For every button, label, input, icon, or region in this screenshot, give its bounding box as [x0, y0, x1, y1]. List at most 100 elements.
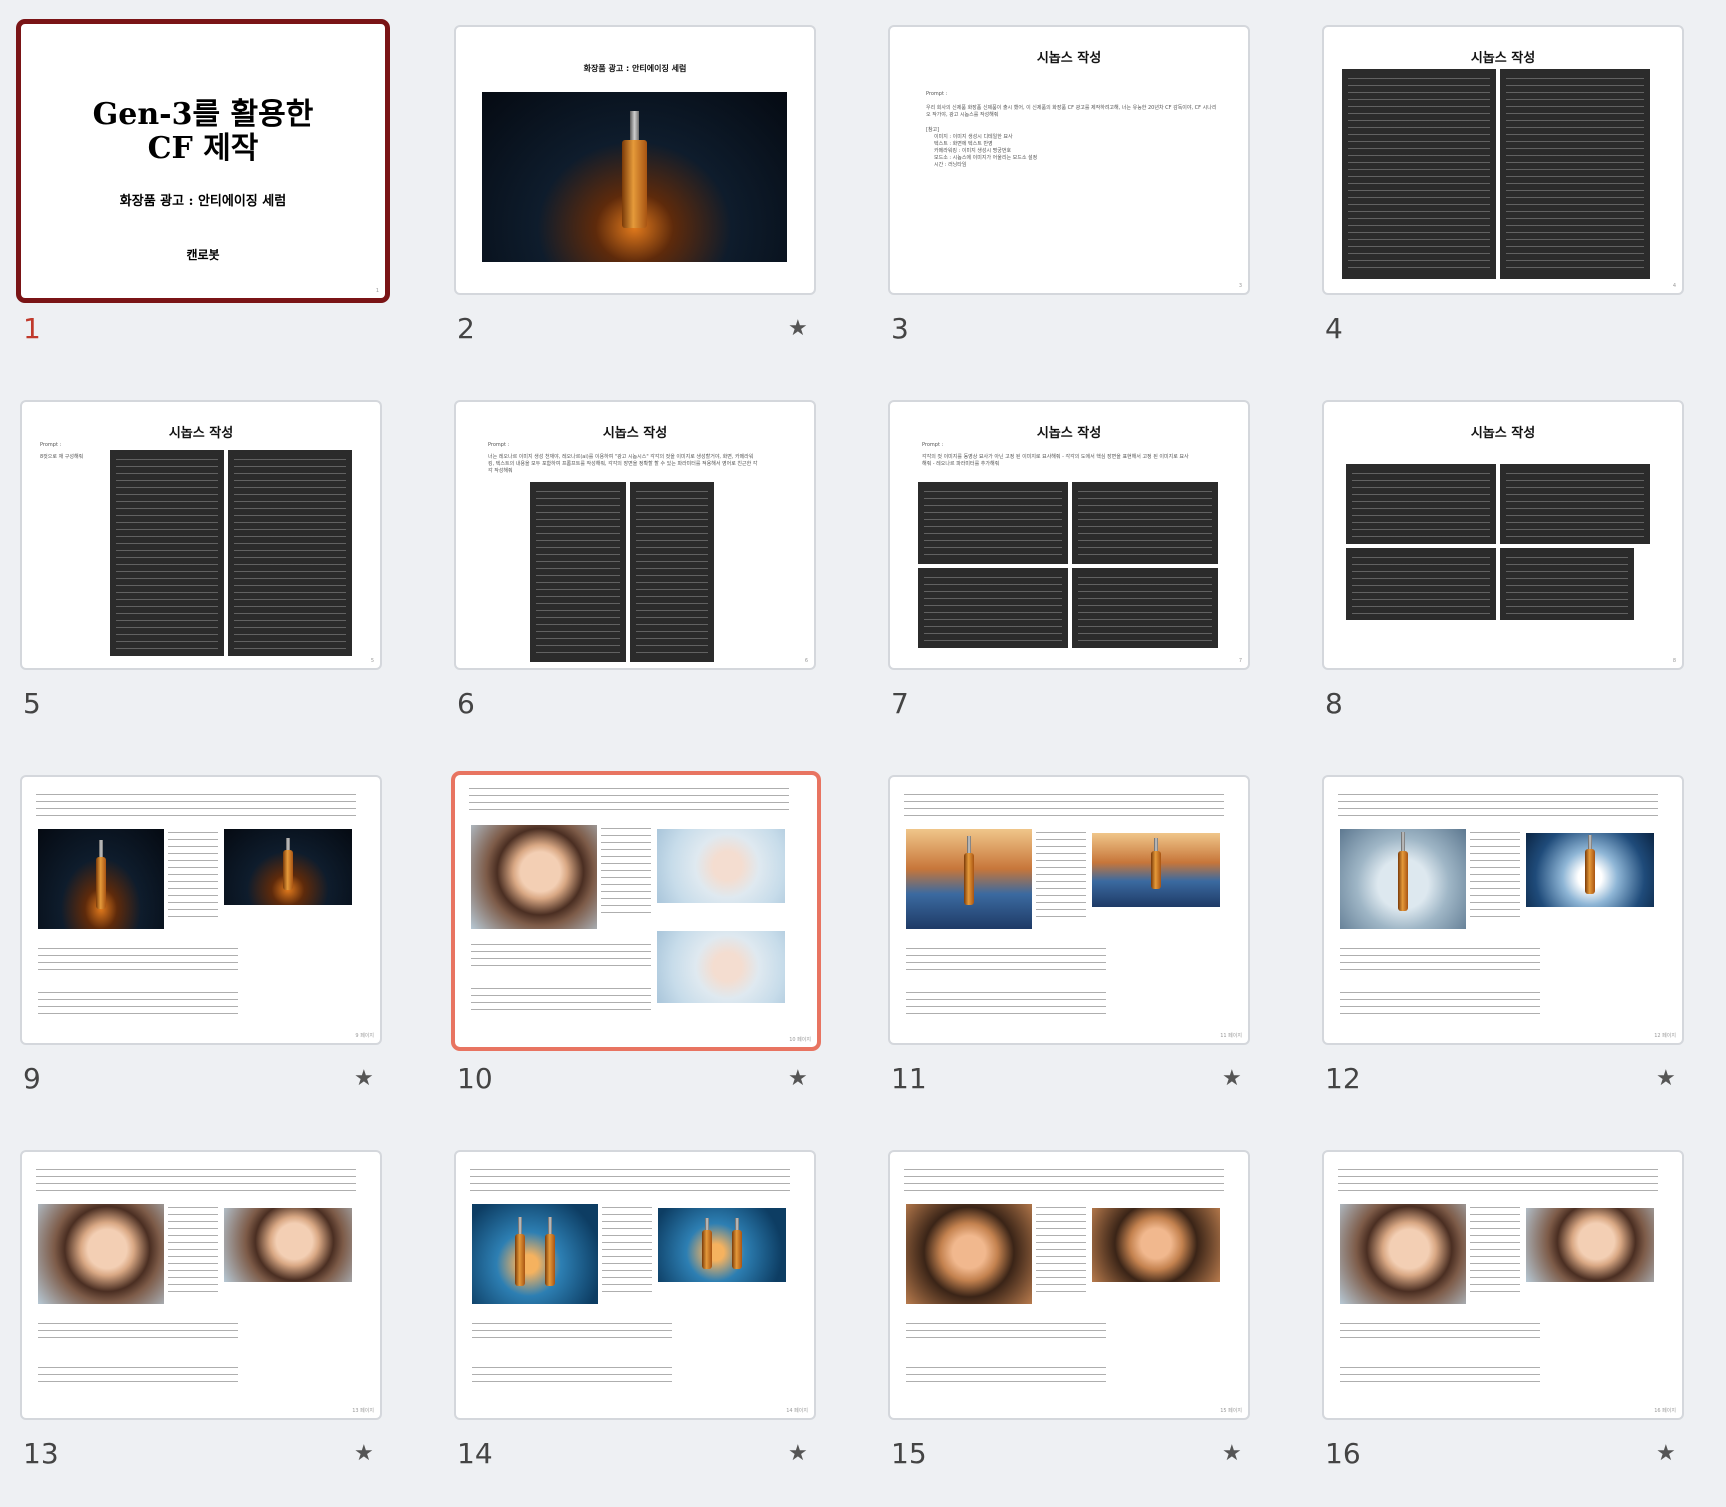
slide-thumbnail-1[interactable]: Gen-3를 활용한 CF 제작 화장품 광고 : 안티에이징 세럼 캔로봇 1…	[0, 0, 434, 375]
slide-thumbnail-13[interactable]: 13 페이지 13 ★	[0, 1125, 434, 1500]
serum-bottle-image	[482, 92, 787, 262]
storyboard-first-frame	[38, 829, 164, 929]
slide-sorter-grid: Gen-3를 활용한 CF 제작 화장품 광고 : 안티에이징 세럼 캔로봇 1…	[0, 0, 1726, 1507]
last-prompt-text	[38, 989, 238, 1019]
transition-star-icon[interactable]: ★	[788, 1441, 808, 1466]
transition-star-icon[interactable]: ★	[1222, 1066, 1242, 1091]
storyboard-last-frame	[224, 829, 352, 905]
slide-thumbnail-15[interactable]: 15 페이지 15 ★	[868, 1125, 1302, 1500]
transition-star-icon[interactable]: ★	[354, 1066, 374, 1091]
transition-star-icon[interactable]: ★	[1222, 1441, 1242, 1466]
storyboard-last-frame	[224, 1208, 352, 1282]
slide-canvas[interactable]: 12 페이지	[1322, 775, 1684, 1045]
last-prompt-text	[472, 1364, 672, 1388]
slide-thumbnail-5[interactable]: 시놉스 작성 Prompt : 8컷으로 재 구성해줘 5 5	[0, 375, 434, 750]
synopsis-text-panel	[1342, 69, 1496, 279]
synopsis-text-panel	[228, 450, 352, 656]
scene-prompt-panel	[1072, 568, 1218, 648]
slide-thumbnail-14[interactable]: 14 페이지 14 ★	[434, 1125, 868, 1500]
page-number: 5	[370, 658, 374, 664]
slide-canvas[interactable]: 시놉스 작성 Prompt : 우리 회사의 신제품 화장품 신제품이 출시 했…	[888, 25, 1250, 295]
shot-detail-text	[1470, 829, 1520, 919]
slide-thumbnail-11[interactable]: 11 페이지 11 ★	[868, 750, 1302, 1125]
first-prompt-text	[38, 1320, 238, 1344]
transition-star-icon[interactable]: ★	[788, 1066, 808, 1091]
slide-number: 11	[891, 1062, 927, 1095]
slide-canvas[interactable]: 시놉스 작성 8	[1322, 400, 1684, 670]
slide-canvas[interactable]: 13 페이지	[20, 1150, 382, 1420]
slide-number: 4	[1325, 312, 1343, 345]
storyboard-first-frame	[1340, 1204, 1466, 1304]
storyboard-header-text	[1338, 1166, 1658, 1194]
slide-thumbnail-16[interactable]: 16 페이지 16 ★	[1302, 1125, 1726, 1500]
slide-title: 시놉스 작성	[1470, 426, 1536, 441]
slide-canvas[interactable]: 16 페이지	[1322, 1150, 1684, 1420]
scene-prompt-panel	[1346, 464, 1496, 544]
slide-title: 시놉스 작성	[602, 426, 668, 441]
transition-star-icon[interactable]: ★	[1656, 1066, 1676, 1091]
slide-canvas[interactable]: 시놉스 작성 4	[1322, 25, 1684, 295]
slide-number: 6	[457, 687, 475, 720]
slide-canvas[interactable]: 시놉스 작성 Prompt : 8컷으로 재 구성해줘 5	[20, 400, 382, 670]
transition-star-icon[interactable]: ★	[788, 316, 808, 341]
storyboard-last-frame	[1092, 1208, 1220, 1282]
slide-thumbnail-7[interactable]: 시놉스 작성 Prompt : 각각의 컷 이미지를 동영상 묘사가 아닌 고정…	[868, 375, 1302, 750]
title-slide-subtitle: 화장품 광고 : 안티에이징 세럼	[119, 194, 287, 209]
slide-title: 시놉스 작성	[1036, 51, 1102, 66]
slide-number: 5	[23, 687, 41, 720]
slide-canvas[interactable]: 11 페이지	[888, 775, 1250, 1045]
page-number: 8	[1672, 658, 1676, 664]
first-prompt-text	[38, 945, 238, 975]
slide-canvas[interactable]: 10 페이지	[451, 771, 821, 1051]
shot-detail-text	[1036, 829, 1086, 919]
slide-canvas[interactable]: Gen-3를 활용한 CF 제작 화장품 광고 : 안티에이징 세럼 캔로봇 1	[16, 19, 390, 303]
storyboard-middle-frame	[657, 829, 785, 903]
page-number: 11 페이지	[1220, 1033, 1242, 1039]
transition-star-icon[interactable]: ★	[354, 1441, 374, 1466]
slide-number: 14	[457, 1437, 493, 1470]
slide-canvas[interactable]: 화장품 광고 : 안티에이징 세럼	[454, 25, 816, 295]
storyboard-last-frame	[1526, 1208, 1654, 1282]
scene-prompt-panel	[1500, 548, 1634, 620]
transition-star-icon[interactable]: ★	[1656, 1441, 1676, 1466]
shot-detail-text	[1036, 1204, 1086, 1294]
shot-detail-text	[602, 1204, 652, 1294]
slide-thumbnail-8[interactable]: 시놉스 작성 8 8	[1302, 375, 1726, 750]
prompt-body: 너는 레오나르 이미지 생성 천재야, 레오나르(ai)를 이용하여 "광고 시…	[488, 454, 758, 474]
slide-thumbnail-12[interactable]: 12 페이지 12 ★	[1302, 750, 1726, 1125]
slide-thumbnail-10[interactable]: 10 페이지 10 ★	[434, 750, 868, 1125]
slide-number: 7	[891, 687, 909, 720]
slide-thumbnail-9[interactable]: 9 페이지 9 ★	[0, 750, 434, 1125]
storyboard-header-text	[470, 1166, 790, 1194]
first-prompt-text	[1340, 1320, 1540, 1344]
prompt-text-panel	[630, 482, 714, 662]
slide-number: 12	[1325, 1062, 1361, 1095]
storyboard-last-frame	[1526, 833, 1654, 907]
prompt-body: 우리 회사의 신제품 화장품 신제품이 출시 했어, 이 신제품의 화장품 CF…	[926, 105, 1217, 118]
slide-canvas[interactable]: 15 페이지	[888, 1150, 1250, 1420]
slide-canvas[interactable]: 시놉스 작성 Prompt : 너는 레오나르 이미지 생성 천재야, 레오나르…	[454, 400, 816, 670]
slide-canvas[interactable]: 시놉스 작성 Prompt : 각각의 컷 이미지를 동영상 묘사가 아닌 고정…	[888, 400, 1250, 670]
synopsis-text-panel	[1500, 69, 1650, 279]
slide-number: 16	[1325, 1437, 1361, 1470]
storyboard-header-text	[904, 791, 1224, 819]
slide-thumbnail-6[interactable]: 시놉스 작성 Prompt : 너는 레오나르 이미지 생성 천재야, 레오나르…	[434, 375, 868, 750]
storyboard-first-frame	[906, 829, 1032, 929]
storyboard-first-frame	[1340, 829, 1466, 929]
slide-canvas[interactable]: 14 페이지	[454, 1150, 816, 1420]
slide-title: 화장품 광고 : 안티에이징 세럼	[583, 64, 687, 73]
slide-canvas[interactable]: 9 페이지	[20, 775, 382, 1045]
page-number: 9 페이지	[355, 1033, 374, 1039]
page-number: 14 페이지	[786, 1408, 808, 1414]
page-number: 10 페이지	[789, 1037, 811, 1043]
slide-thumbnail-2[interactable]: 화장품 광고 : 안티에이징 세럼 2 ★	[434, 0, 868, 375]
shot-detail-text	[168, 829, 218, 919]
slide-thumbnail-4[interactable]: 시놉스 작성 4 4	[1302, 0, 1726, 375]
page-number: 7	[1238, 658, 1242, 664]
page-number: 15 페이지	[1220, 1408, 1242, 1414]
reference-label: [참고]	[926, 127, 940, 133]
page-number: 13 페이지	[352, 1408, 374, 1414]
storyboard-header-text	[36, 791, 356, 819]
scene-prompt-panel	[1500, 464, 1650, 544]
slide-thumbnail-3[interactable]: 시놉스 작성 Prompt : 우리 회사의 신제품 화장품 신제품이 출시 했…	[868, 0, 1302, 375]
